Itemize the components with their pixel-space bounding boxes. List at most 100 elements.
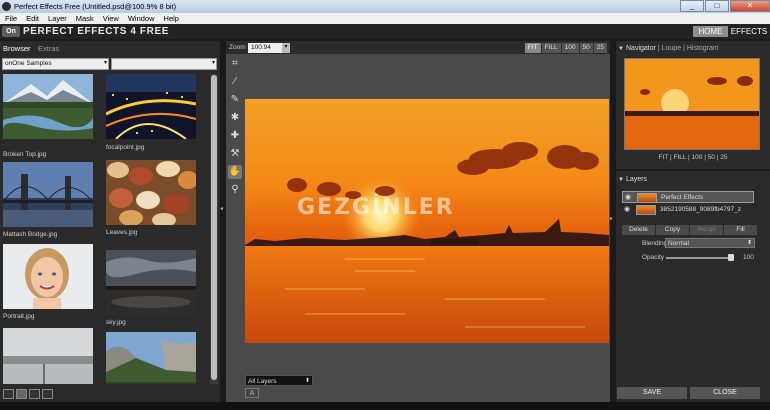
save-button[interactable]: SAVE	[617, 387, 687, 399]
blending-value: Normal	[668, 240, 689, 247]
eye-icon[interactable]: ◉	[624, 205, 630, 213]
list-view-icon[interactable]	[42, 389, 53, 399]
onone-logo: On	[2, 26, 20, 37]
preview-area: Zoom 100.94 ▾ FIT FILL 100 50 25 ⌗ ⁄ ✎ ✱…	[226, 41, 610, 402]
folder-select[interactable]: onOne Samples ▾	[2, 58, 109, 70]
masking-brush-icon[interactable]: ✎	[228, 93, 242, 107]
crop-icon[interactable]: ⌗	[228, 57, 242, 71]
layer-row[interactable]: ◉ Perfect Effects	[622, 191, 754, 203]
window-title: Perfect Effects Free (Untitled.psd@100.9…	[14, 2, 177, 11]
zoom-label: Zoom	[229, 44, 246, 51]
navigator-zoom-options[interactable]: FIT | FILL | 100 | 50 | 25	[616, 154, 770, 161]
copy-layer-button[interactable]: Copy	[656, 225, 689, 235]
navigator-tab[interactable]: Navigator	[626, 45, 656, 52]
right-panel: ▼ Navigator | Loupe | Histogram FIT | FI…	[616, 41, 770, 402]
eye-icon[interactable]: ◉	[625, 193, 631, 201]
opacity-label: Opacity	[642, 254, 665, 261]
opacity-value: 100	[743, 254, 754, 261]
chevron-down-icon: ⬍	[304, 378, 310, 384]
window-title-bar: Perfect Effects Free (Untitled.psd@100.9…	[0, 0, 770, 13]
chevron-down-icon: ▾	[211, 60, 215, 66]
menu-help[interactable]: Help	[159, 13, 183, 24]
maximize-button[interactable]: □	[705, 0, 729, 12]
menu-mask[interactable]: Mask	[71, 13, 98, 24]
close-button[interactable]: CLOSE	[690, 387, 760, 399]
layer-thumbnail	[637, 193, 657, 202]
thumbnail-label: Mattash Bridge.jpg	[3, 231, 58, 238]
navigator-preview[interactable]	[624, 58, 760, 150]
thumbnail-label: Portrait.jpg	[3, 313, 35, 320]
loupe-histogram-tabs[interactable]: | Loupe | Histogram	[656, 45, 719, 52]
zoom-25-button[interactable]: 25	[593, 43, 607, 53]
view-mode-buttons	[3, 389, 53, 399]
triangle-down-icon: ▼	[618, 46, 624, 52]
mountain-lake-thumb[interactable]	[3, 74, 93, 139]
secondary-select[interactable]: ▾	[111, 58, 217, 70]
hand-icon[interactable]: ✋	[228, 165, 242, 179]
blending-label: Blending	[642, 240, 668, 247]
thumbnail-label: Leaves.jpg	[106, 229, 138, 236]
zoom-50-button[interactable]: 50	[579, 43, 593, 53]
menu-layer[interactable]: Layer	[43, 13, 71, 24]
layers-title: Layers	[626, 176, 648, 183]
layer-name: Perfect Effects	[661, 194, 704, 201]
fill-layer-button[interactable]: Fill	[724, 225, 757, 235]
delete-layer-button[interactable]: Delete	[622, 225, 655, 235]
chevron-down-icon: ▾	[103, 60, 107, 66]
split-view-icon[interactable]	[16, 389, 27, 399]
triangle-down-icon: ▼	[618, 177, 624, 183]
close-window-button[interactable]: ✕	[730, 0, 770, 12]
compare-button[interactable]: A	[245, 388, 259, 398]
home-button[interactable]: HOME	[693, 26, 728, 37]
menu-window[interactable]: Window	[123, 13, 159, 24]
portrait-thumb[interactable]	[3, 244, 93, 309]
fill-button[interactable]: FILL	[541, 43, 561, 53]
zoom-icon[interactable]: ⚲	[228, 183, 242, 197]
thumbnail-label: focalpoint.jpg	[106, 144, 145, 151]
city-night-thumb[interactable]	[105, 74, 197, 140]
status-bar	[0, 402, 770, 410]
image-canvas[interactable]: GEZGİNLER	[245, 99, 609, 343]
fit-button[interactable]: FIT	[524, 43, 541, 53]
sky-thumb[interactable]	[106, 250, 196, 315]
misty-lake-thumb[interactable]	[3, 328, 93, 384]
layers-filter-select[interactable]: All Layers ⬍	[245, 375, 313, 386]
layer-buttons: Delete Copy Merge Fill	[622, 225, 757, 235]
menu-bar: File Edit Layer Mask View Window Help	[0, 13, 770, 24]
single-view-icon[interactable]	[3, 389, 14, 399]
navigator-header[interactable]: ▼ Navigator | Loupe | Histogram	[616, 43, 770, 55]
merge-layer-button[interactable]: Merge	[690, 225, 723, 235]
bug-icon[interactable]: ✱	[228, 111, 242, 125]
opacity-slider-knob[interactable]	[728, 254, 734, 261]
divider	[616, 169, 770, 171]
yosemite-thumb[interactable]	[106, 332, 196, 384]
window-controls: _ □ ✕	[679, 0, 770, 13]
folder-select-value: onOne Samples	[5, 60, 52, 67]
brush-icon[interactable]: ⁄	[228, 75, 242, 89]
app-icon	[2, 2, 11, 11]
zoom-input[interactable]: 100.94	[248, 43, 282, 53]
zoom-100-button[interactable]: 100	[561, 43, 579, 53]
effects-button[interactable]: EFFECTS	[730, 26, 768, 37]
browser-scroll-thumb[interactable]	[211, 75, 217, 380]
clone-stamp-icon[interactable]: ⚒	[228, 147, 242, 161]
opacity-slider-track[interactable]	[666, 257, 734, 259]
menu-view[interactable]: View	[98, 13, 123, 24]
bridge-thumb[interactable]	[2, 162, 94, 227]
chevron-updown-icon: ⬍	[746, 240, 752, 246]
tab-extras[interactable]: Extras	[38, 44, 59, 53]
browser-panel: Browser Extras onOne Samples ▾ ▾ Broken …	[0, 41, 220, 402]
menu-file[interactable]: File	[0, 13, 21, 24]
layer-row[interactable]: ◉ 3852190588_9089fb4797_z	[622, 204, 754, 216]
retouch-icon[interactable]: ✚	[228, 129, 242, 143]
minimize-button[interactable]: _	[680, 0, 704, 12]
menu-edit[interactable]: Edit	[21, 13, 43, 24]
chevron-down-icon[interactable]: ▾	[282, 43, 290, 53]
columns-view-icon[interactable]	[29, 389, 40, 399]
tab-browser[interactable]: Browser	[3, 44, 31, 53]
app-header: On PERFECT EFFECTS 4 FREE HOME EFFECTS	[0, 24, 770, 39]
blending-select[interactable]: Normal ⬍	[665, 238, 755, 248]
leaves-thumb[interactable]	[106, 160, 198, 227]
thumbnail-label: Broken Top.jpg	[3, 151, 47, 158]
layers-header[interactable]: ▼ Layers	[616, 174, 770, 186]
